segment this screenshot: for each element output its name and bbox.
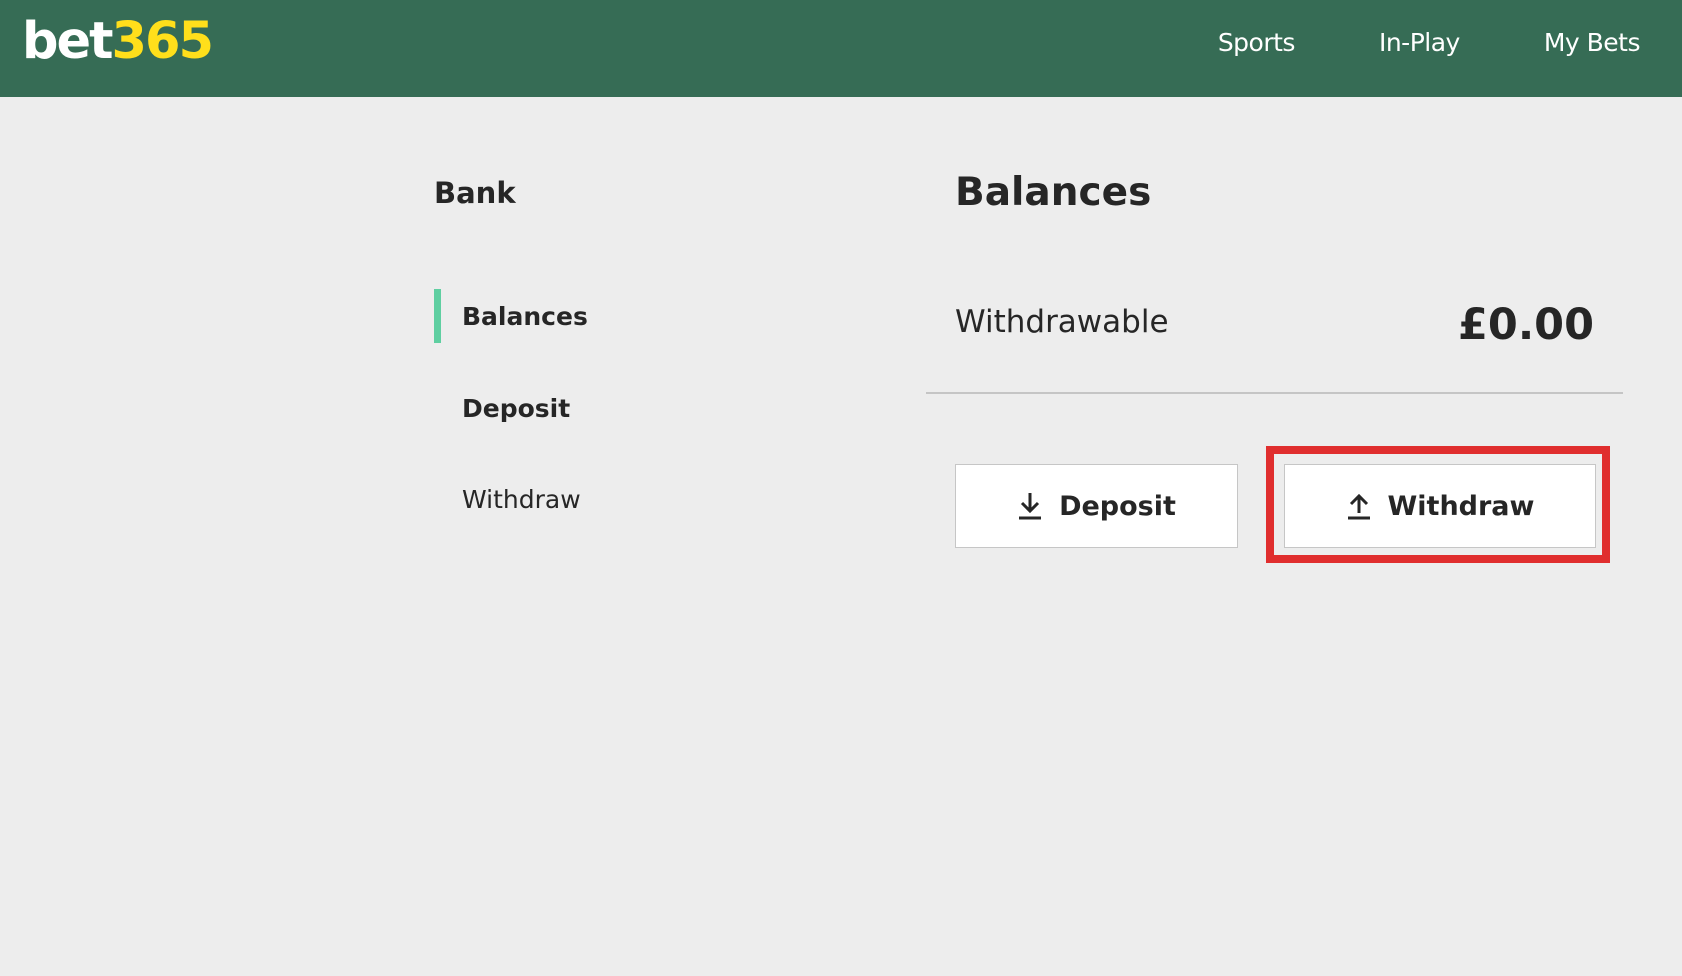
sidebar-item-label: Withdraw [462,484,581,514]
sidebar-item-label: Deposit [462,393,571,423]
sidebar-item-balances[interactable]: Balances [434,289,734,343]
nav-my-bets[interactable]: My Bets [1544,28,1641,57]
page-title: Balances [955,170,1152,215]
withdraw-button[interactable]: Withdraw [1284,464,1596,548]
sidebar-item-withdraw[interactable]: Withdraw [434,472,734,526]
upload-icon [1346,491,1372,521]
withdrawable-label: Withdrawable [955,304,1169,340]
download-icon [1017,491,1043,521]
main-nav: Sports In-Play My Bets [1134,0,1641,84]
sidebar-heading: Bank [434,176,516,210]
logo-text-bet: bet [22,12,113,71]
sidebar-item-deposit[interactable]: Deposit [434,381,734,435]
logo-text-365: 365 [111,12,213,71]
divider [926,392,1623,394]
nav-sports[interactable]: Sports [1218,28,1296,57]
deposit-button-label: Deposit [1059,490,1176,522]
sidebar-item-label: Balances [462,301,588,331]
deposit-button[interactable]: Deposit [955,464,1238,548]
withdrawable-amount: £0.00 [1457,300,1594,350]
bet365-logo[interactable]: bet365 [22,12,214,72]
top-bar: bet365 Sports In-Play My Bets [0,0,1682,97]
nav-in-play[interactable]: In-Play [1379,28,1460,57]
withdraw-button-label: Withdraw [1387,490,1535,522]
